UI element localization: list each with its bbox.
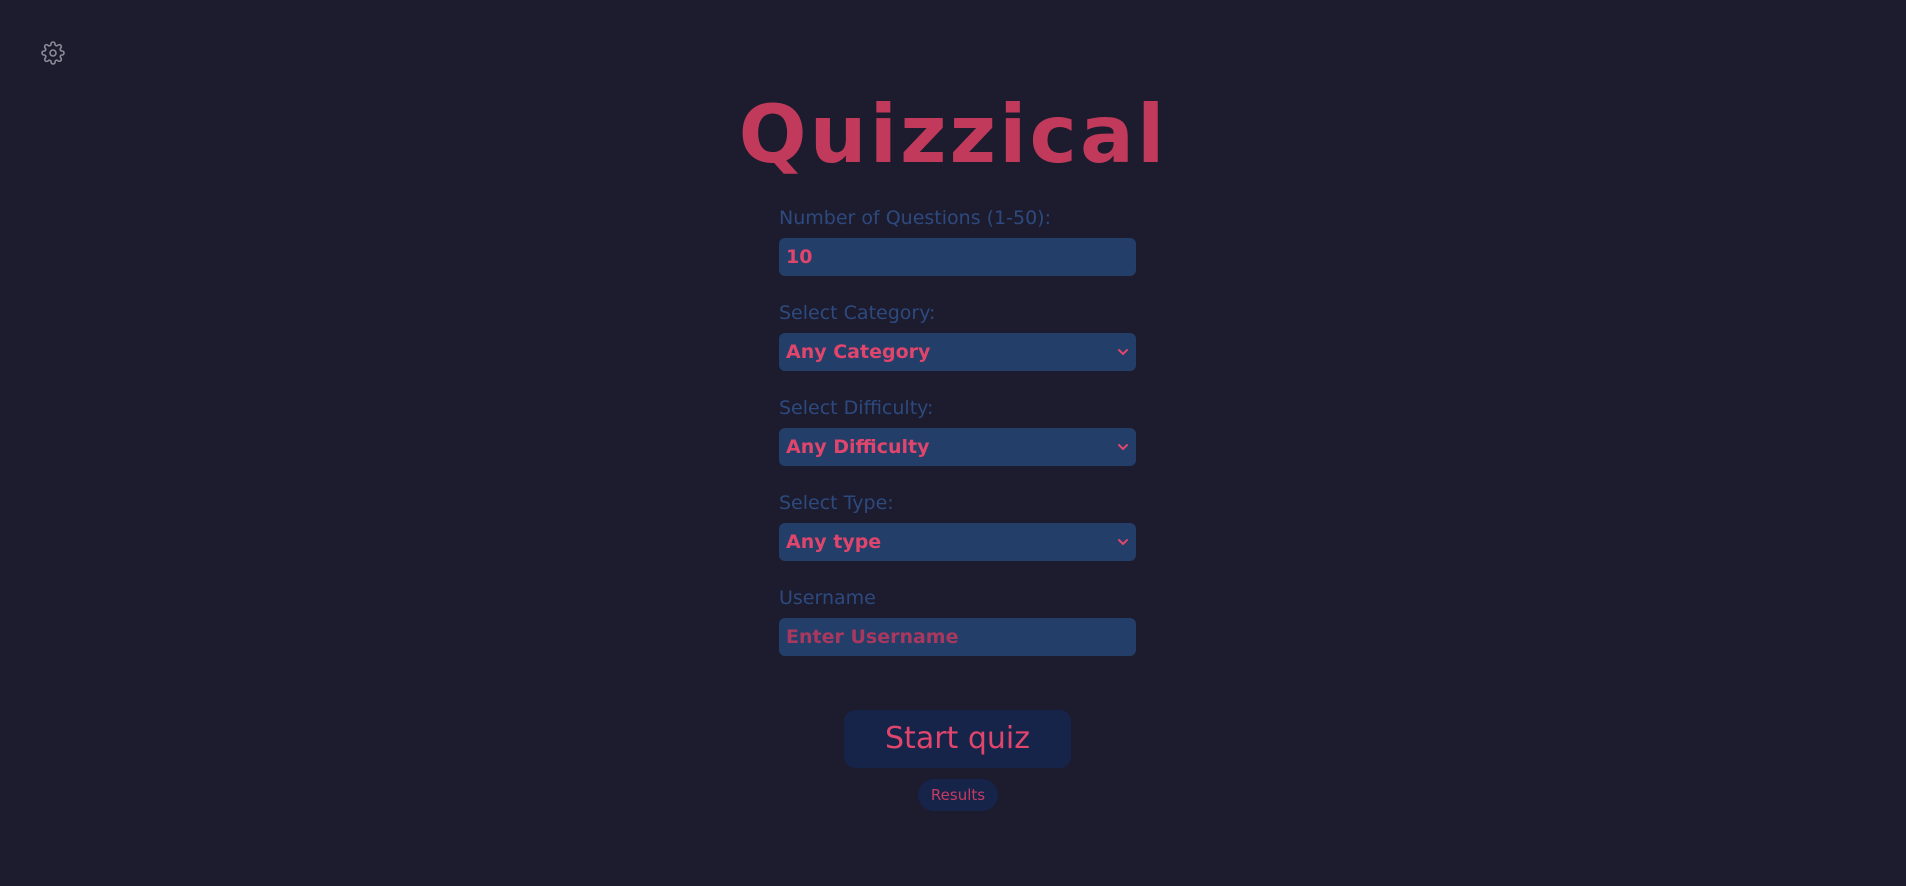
type-label: Select Type: xyxy=(779,492,894,514)
difficulty-select[interactable]: Any Difficulty xyxy=(779,428,1136,466)
page-title: Quizzical xyxy=(738,88,1168,181)
type-selected-value: Any type xyxy=(786,531,882,553)
difficulty-field: Select Difficulty: Any Difficulty xyxy=(779,393,1136,466)
username-input[interactable] xyxy=(779,618,1136,656)
questions-field: Number of Questions (1-50): xyxy=(779,203,1136,276)
questions-label: Number of Questions (1-50): xyxy=(779,207,1051,229)
type-field: Select Type: Any type xyxy=(779,488,1136,561)
start-quiz-button[interactable]: Start quiz xyxy=(844,710,1071,768)
questions-input[interactable] xyxy=(779,238,1136,276)
chevron-down-icon xyxy=(1118,349,1128,355)
chevron-down-icon xyxy=(1118,539,1128,545)
type-select[interactable]: Any type xyxy=(779,523,1136,561)
results-button[interactable]: Results xyxy=(918,779,998,811)
difficulty-label: Select Difficulty: xyxy=(779,397,934,419)
category-selected-value: Any Category xyxy=(786,341,931,363)
chevron-down-icon xyxy=(1118,444,1128,450)
difficulty-selected-value: Any Difficulty xyxy=(786,436,930,458)
username-field: Username xyxy=(779,583,1136,656)
category-label: Select Category: xyxy=(779,302,936,324)
quiz-settings-form: Number of Questions (1-50): Select Categ… xyxy=(779,203,1136,678)
category-field: Select Category: Any Category xyxy=(779,298,1136,371)
category-select[interactable]: Any Category xyxy=(779,333,1136,371)
quiz-setup-page: Quizzical Number of Questions (1-50): Se… xyxy=(0,0,1906,886)
username-label: Username xyxy=(779,587,876,609)
gear-icon[interactable] xyxy=(41,41,65,65)
